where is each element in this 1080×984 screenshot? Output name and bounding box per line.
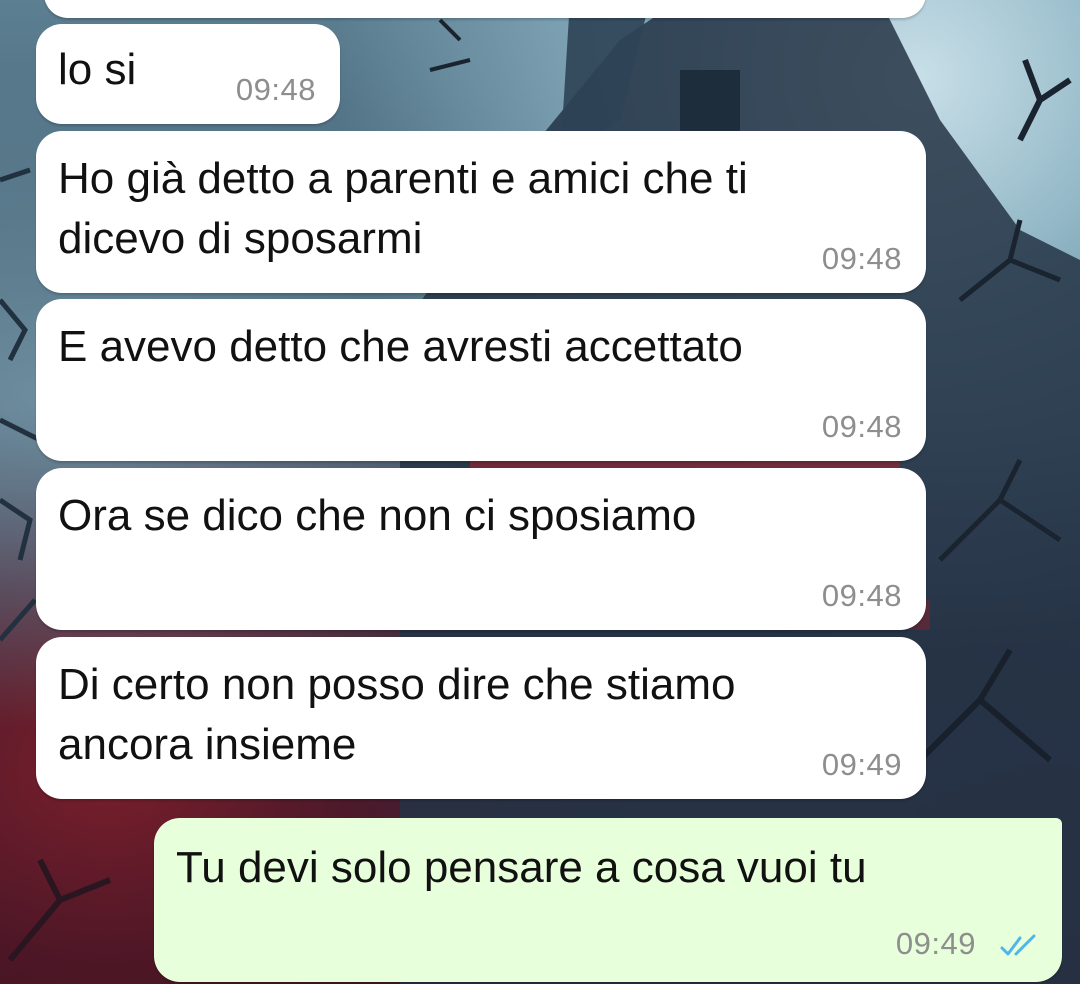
- incoming-message-bubble[interactable]: Ho già detto a parenti e amici che ti di…: [36, 131, 926, 293]
- message-timestamp: 09:48: [821, 409, 902, 444]
- message-timestamp: 09:49: [821, 747, 902, 782]
- message-timestamp: 09:49: [895, 926, 976, 961]
- incoming-message-bubble[interactable]: Ora se dico che non ci sposiamo 09:48: [36, 468, 926, 630]
- message-text: lo si: [58, 45, 137, 94]
- message-text: Di certo non posso dire che stiamo ancor…: [58, 660, 736, 769]
- message-timestamp: 09:48: [821, 578, 902, 613]
- incoming-message-bubble[interactable]: Di certo non posso dire che stiamo ancor…: [36, 637, 926, 799]
- message-text: Tu devi solo pensare a cosa vuoi tu: [176, 843, 867, 892]
- chat-screen: lo si 09:48 Ho già detto a parenti e ami…: [0, 0, 1080, 984]
- message-timestamp: 09:48: [821, 241, 902, 276]
- double-check-read-icon: [1000, 934, 1036, 956]
- incoming-message-bubble[interactable]: E avevo detto che avresti accettato 09:4…: [36, 299, 926, 461]
- incoming-message-bubble[interactable]: lo si 09:48: [36, 24, 340, 124]
- message-text: E avevo detto che avresti accettato: [58, 322, 743, 371]
- message-text: Ora se dico che non ci sposiamo: [58, 491, 697, 540]
- message-timestamp: 09:48: [235, 72, 316, 107]
- message-text: Ho già detto a parenti e amici che ti di…: [58, 154, 748, 263]
- previous-message-bubble[interactable]: [44, 0, 926, 18]
- outgoing-message-bubble[interactable]: Tu devi solo pensare a cosa vuoi tu 09:4…: [154, 818, 1062, 982]
